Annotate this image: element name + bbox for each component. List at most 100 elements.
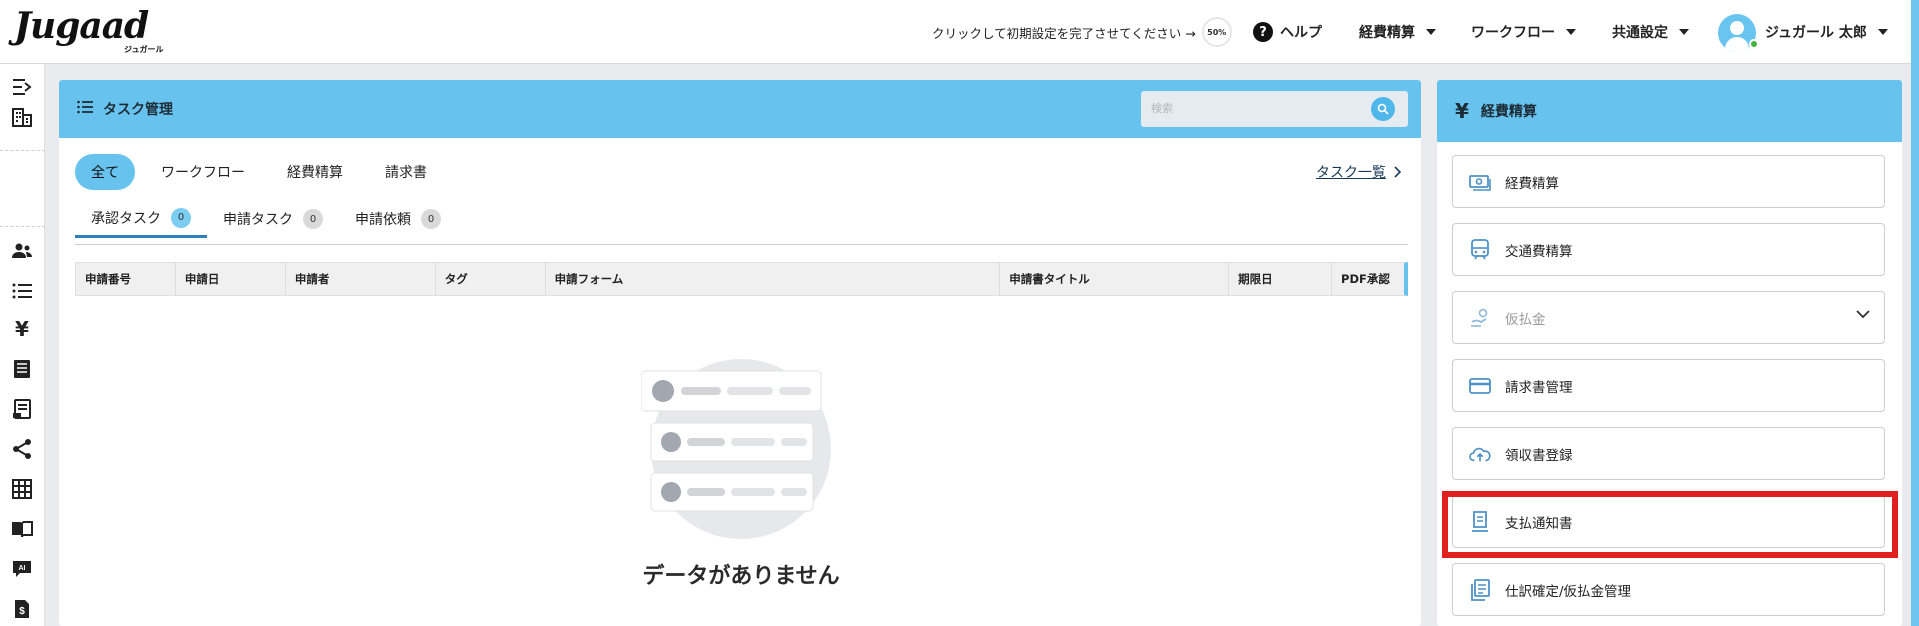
task-filter-pills: 全て ワークフロー 経費精算 請求書 [75,154,443,190]
menu-label: 請求書管理 [1505,379,1573,396]
menu-workflow[interactable]: ワークフロー [1471,20,1576,44]
initial-setup-prompt[interactable]: クリックして初期設定を完了させてください → 50% [932,17,1232,47]
list-icon[interactable] [11,280,33,302]
expense-panel-title: 経費精算 [1480,104,1537,120]
task-subtabs: 承認タスク 0 申請タスク 0 申請依頼 0 [75,200,457,238]
payment-document-icon[interactable]: $ [11,598,33,620]
column-header[interactable]: 申請者 [286,263,436,295]
menu-label: 領収書登録 [1505,447,1573,464]
column-header[interactable]: 申請フォーム [546,263,1001,295]
menu-workflow-label: ワークフロー [1471,25,1555,41]
chevron-down-icon [1856,310,1870,319]
column-header[interactable]: 申請日 [176,263,286,295]
card-icon [1469,375,1491,397]
caret-down-icon [1426,29,1436,35]
yen-icon: ¥ [1455,99,1469,123]
cash-icon [1469,171,1491,193]
task-table-header: 申請番号 申請日 申請者 タグ 申請フォーム 申請書タイトル 期限日 PDF承認 [75,262,1408,296]
rail-divider [0,226,45,227]
task-panel-title: タスク管理 [103,102,173,118]
jugaad-logo[interactable]: Jugaad ジュガール [14,5,164,54]
menu-expense[interactable]: 経費精算 [1359,20,1436,44]
cloud-upload-icon [1469,443,1491,465]
filter-workflow[interactable]: ワークフロー [145,154,261,190]
task-search [1141,91,1408,127]
logo-subtitle: ジュガール [124,45,164,54]
list-icon [77,100,93,118]
users-icon[interactable] [11,240,33,262]
column-header[interactable]: PDF承認 [1332,263,1404,295]
tab-application-requests[interactable]: 申請依頼 0 [339,200,457,238]
search-button[interactable] [1371,97,1395,121]
filter-all[interactable]: 全て [75,154,135,190]
book-icon[interactable] [11,518,33,540]
logo-wordmark: Jugaad [14,5,149,47]
page-scrollbar[interactable] [1911,0,1919,626]
document-icon[interactable] [11,358,33,380]
empty-state-message: データがありません [642,564,840,589]
advance-payment-icon [1469,307,1491,329]
user-name: ジュガール 太郎 [1765,25,1867,41]
chevron-right-icon [1394,166,1402,178]
yen-icon[interactable]: ¥ [11,318,33,340]
train-icon [1469,238,1491,261]
tab-application-tasks[interactable]: 申請タスク 0 [207,200,339,238]
building-icon[interactable] [11,106,33,128]
task-search-input[interactable] [1141,91,1371,127]
help-menu[interactable]: ? ヘルプ [1253,20,1322,44]
help-icon: ? [1253,22,1273,42]
menu-expense-label: 経費精算 [1359,25,1415,41]
left-icon-rail: ¥ AI $ [0,64,45,626]
menu-common-label: 共通設定 [1612,25,1668,41]
caret-down-icon [1679,29,1689,35]
tab-approval-tasks[interactable]: 承認タスク 0 [75,200,207,238]
count-badge: 0 [171,207,191,228]
column-header[interactable]: 申請番号 [76,263,176,295]
column-header[interactable]: タグ [436,263,546,295]
empty-state-illustration [640,351,841,547]
menu-journal-confirmation[interactable]: 仕訳確定/仮払金管理 [1452,563,1885,616]
count-badge: 0 [303,209,323,229]
expand-menu-icon[interactable] [11,76,33,98]
setup-text: クリックして初期設定を完了させてください → [932,25,1196,41]
task-list-link-label: タスク一覧 [1316,165,1386,181]
menu-label: 仮払金 [1505,311,1546,328]
menu-invoice-management[interactable]: 請求書管理 [1452,359,1885,412]
task-list-link[interactable]: タスク一覧 [1316,162,1402,182]
rail-divider [0,150,45,151]
svg-text:$: $ [19,606,25,617]
filter-expense[interactable]: 経費精算 [271,154,359,190]
column-header[interactable]: 期限日 [1229,263,1333,295]
tab-label: 申請依頼 [355,212,411,228]
grid-icon[interactable] [11,478,33,500]
column-header[interactable]: 申請書タイトル [1000,263,1230,295]
share-icon[interactable] [11,438,33,460]
filter-invoice[interactable]: 請求書 [369,154,443,190]
menu-transport-expense[interactable]: 交通費精算 [1452,223,1885,276]
tab-label: 承認タスク [91,210,161,227]
task-panel-header: タスク管理 [59,80,1421,138]
ai-chat-icon[interactable]: AI [11,558,33,580]
menu-expense-claim[interactable]: 経費精算 [1452,155,1885,208]
user-menu[interactable]: ジュガール 太郎 [1765,20,1888,44]
search-icon [1377,103,1389,115]
menu-label: 交通費精算 [1505,243,1573,260]
tab-label: 申請タスク [223,212,293,228]
help-label: ヘルプ [1280,25,1322,41]
caret-down-icon [1566,29,1576,35]
setup-progress-badge: 50% [1201,17,1232,47]
top-header: Jugaad ジュガール クリックして初期設定を完了させてください → 50% … [0,0,1919,64]
highlight-box [1442,491,1898,558]
menu-label: 経費精算 [1505,175,1559,192]
count-badge: 0 [421,209,441,229]
menu-advance-payment[interactable]: 仮払金 [1452,291,1885,344]
subtab-divider [75,244,1408,245]
online-status-dot [1749,39,1759,49]
invoice-icon[interactable] [11,398,33,420]
svg-text:AI: AI [19,565,26,572]
menu-label: 仕訳確定/仮払金管理 [1505,583,1632,600]
task-management-panel: タスク管理 全て ワークフロー 経費精算 請求書 タスク一覧 承認タスク 0 申… [59,80,1421,626]
expense-panel-header: ¥ 経費精算 [1437,80,1902,142]
menu-common-settings[interactable]: 共通設定 [1612,20,1689,44]
menu-receipt-registration[interactable]: 領収書登録 [1452,427,1885,480]
